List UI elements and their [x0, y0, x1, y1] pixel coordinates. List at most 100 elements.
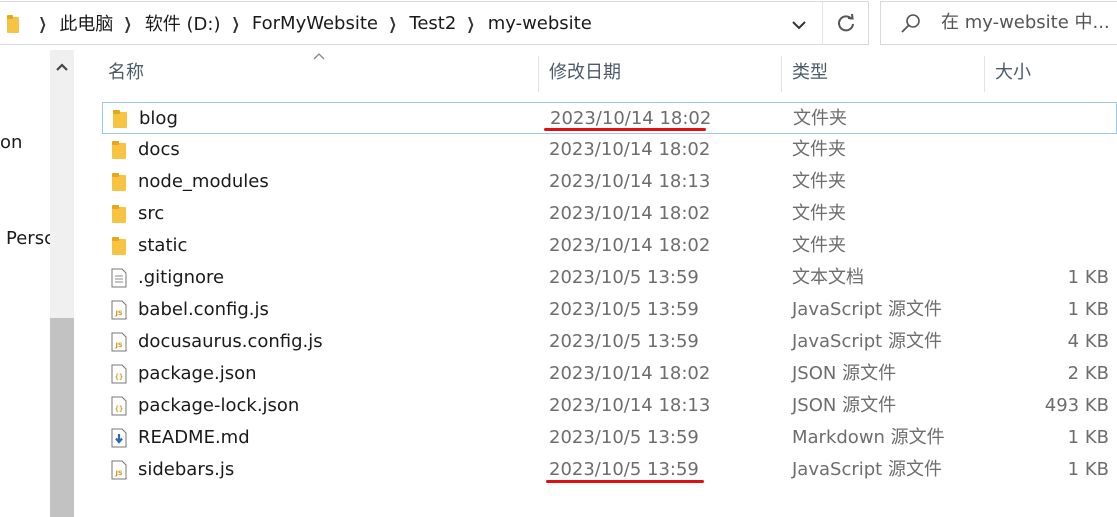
file-size: 2 KB — [1067, 363, 1109, 384]
file-name: package-lock.json — [138, 395, 300, 416]
file-row-gitignore[interactable]: .gitignore 2023/10/5 13:59 文本文档 1 KB — [102, 262, 1117, 294]
chevron-down-icon — [792, 21, 806, 30]
file-name: node_modules — [138, 171, 269, 192]
toolbar: ❯ 此电脑 ❯ 软件 (D:) ❯ ForMyWebsite ❯ Test2 ❯… — [0, 0, 1117, 50]
file-row-package-lock-json[interactable]: {} package-lock.json 2023/10/14 18:13 JSON … — [102, 390, 1117, 422]
svg-text:JS: JS — [114, 469, 122, 477]
breadcrumb-my-website[interactable]: my-website — [488, 13, 592, 34]
file-type: 文本文档 — [792, 267, 864, 288]
chevron-right-icon[interactable]: ❯ — [124, 14, 132, 33]
file-type: JSON 源文件 — [792, 395, 897, 416]
file-type: 文件夹 — [792, 203, 846, 224]
file-row-src[interactable]: src 2023/10/14 18:02 文件夹 — [102, 198, 1117, 230]
file-modified-date: 2023/10/14 18:02 — [549, 363, 711, 384]
file-row-docs[interactable]: docs 2023/10/14 18:02 文件夹 — [102, 134, 1117, 166]
file-size: 1 KB — [1067, 267, 1109, 288]
breadcrumb: ❯ 此电脑 ❯ 软件 (D:) ❯ ForMyWebsite ❯ Test2 ❯… — [28, 2, 592, 44]
file-name: src — [138, 203, 165, 224]
file-name: package.json — [138, 363, 257, 384]
file-modified-date: 2023/10/14 18:02 — [549, 235, 711, 256]
file-name: docusaurus.config.js — [138, 331, 323, 352]
file-size: 1 KB — [1067, 299, 1109, 320]
file-modified-date: 2023/10/14 18:13 — [549, 171, 711, 192]
folder-icon — [111, 109, 129, 129]
breadcrumb-this-pc[interactable]: 此电脑 — [59, 10, 113, 36]
chevron-right-icon[interactable]: ❯ — [467, 14, 475, 33]
file-type: JavaScript 源文件 — [792, 299, 942, 320]
js-file-icon: JS — [110, 332, 128, 352]
svg-text:JS: JS — [114, 309, 122, 317]
file-modified-date: 2023/10/14 18:02 — [549, 139, 711, 160]
js-file-icon: JS — [110, 460, 128, 480]
folder-icon — [110, 204, 128, 224]
markdown-file-icon — [110, 428, 128, 448]
file-type: 文件夹 — [792, 235, 846, 256]
file-type: Markdown 源文件 — [792, 427, 945, 448]
refresh-button[interactable] — [822, 2, 868, 44]
nav-scrollbar[interactable] — [50, 50, 74, 517]
column-header-name[interactable]: 名称 — [98, 50, 538, 98]
address-history-button[interactable] — [782, 12, 816, 38]
text-file-icon — [110, 268, 128, 288]
file-name: blog — [139, 108, 178, 129]
chevron-right-icon[interactable]: ❯ — [231, 14, 239, 33]
scroll-up-button[interactable] — [50, 50, 74, 84]
file-type: JavaScript 源文件 — [792, 459, 942, 480]
file-name: sidebars.js — [138, 459, 235, 480]
file-name: .gitignore — [138, 267, 225, 288]
chevron-right-icon[interactable]: ❯ — [39, 14, 47, 33]
file-row-node-modules[interactable]: node_modules 2023/10/14 18:13 文件夹 — [102, 166, 1117, 198]
file-size: 4 KB — [1067, 331, 1109, 352]
file-row-static[interactable]: static 2023/10/14 18:02 文件夹 — [102, 230, 1117, 262]
file-name: babel.config.js — [138, 299, 269, 320]
file-modified-date: 2023/10/5 13:59 — [549, 331, 699, 352]
folder-icon — [110, 236, 128, 256]
json-file-icon: {} — [110, 364, 128, 384]
file-modified-date: 2023/10/5 13:59 — [549, 299, 699, 320]
column-header-row: 名称 修改日期 类型 大小 — [78, 50, 1117, 98]
file-type: JSON 源文件 — [792, 363, 897, 384]
file-row-docusaurus-config-js[interactable]: JS docusaurus.config.js 2023/10/5 13:59 Jav… — [102, 326, 1117, 358]
json-file-icon: {} — [110, 396, 128, 416]
svg-text:{}: {} — [115, 405, 123, 413]
nav-item-1[interactable]: on — [0, 132, 22, 153]
file-size: 1 KB — [1067, 427, 1109, 448]
folder-icon — [7, 15, 19, 33]
file-modified-date: 2023/10/14 18:13 — [549, 395, 711, 416]
file-row-babel-config-js[interactable]: JS babel.config.js 2023/10/5 13:59 JavaScri… — [102, 294, 1117, 326]
chevron-right-icon[interactable]: ❯ — [389, 14, 397, 33]
file-type: 文件夹 — [792, 171, 846, 192]
file-type: 文件夹 — [792, 139, 846, 160]
annotation-underline — [546, 480, 704, 483]
search-icon — [901, 14, 920, 33]
annotation-underline — [544, 128, 706, 131]
address-bar[interactable]: ❯ 此电脑 ❯ 软件 (D:) ❯ ForMyWebsite ❯ Test2 ❯… — [0, 1, 869, 45]
folder-icon — [110, 172, 128, 192]
chevron-up-icon — [56, 63, 68, 71]
nav-item-2[interactable]: Persc — [6, 228, 54, 249]
breadcrumb-test2[interactable]: Test2 — [409, 13, 456, 34]
scroll-thumb[interactable] — [50, 318, 74, 517]
file-name: static — [138, 235, 188, 256]
file-type: 文件夹 — [793, 108, 847, 129]
breadcrumb-formywebsite[interactable]: ForMyWebsite — [252, 13, 378, 34]
file-modified-date: 2023/10/5 13:59 — [549, 267, 699, 288]
breadcrumb-drive-d[interactable]: 软件 (D:) — [145, 10, 221, 36]
search-box[interactable]: 在 my-website 中... — [880, 1, 1117, 45]
file-type: JavaScript 源文件 — [792, 331, 942, 352]
js-file-icon: JS — [110, 300, 128, 320]
column-header-type[interactable]: 类型 — [782, 50, 984, 98]
file-modified-date: 2023/10/14 18:02 — [549, 203, 711, 224]
svg-text:{}: {} — [115, 373, 123, 381]
file-row-package-json[interactable]: {} package.json 2023/10/14 18:02 JSON 源文件 2 … — [102, 358, 1117, 390]
svg-text:JS: JS — [114, 341, 122, 349]
file-modified-date: 2023/10/5 13:59 — [549, 427, 699, 448]
file-name: README.md — [138, 427, 250, 448]
search-input[interactable]: 在 my-website 中... — [941, 2, 1110, 44]
column-header-size[interactable]: 大小 — [985, 50, 1117, 98]
folder-icon — [110, 140, 128, 160]
refresh-icon — [837, 13, 854, 32]
file-row-readme-md[interactable]: README.md 2023/10/5 13:59 Markdown 源文件 1 KB — [102, 422, 1117, 454]
column-header-date[interactable]: 修改日期 — [539, 50, 781, 98]
file-name: docs — [138, 139, 180, 160]
